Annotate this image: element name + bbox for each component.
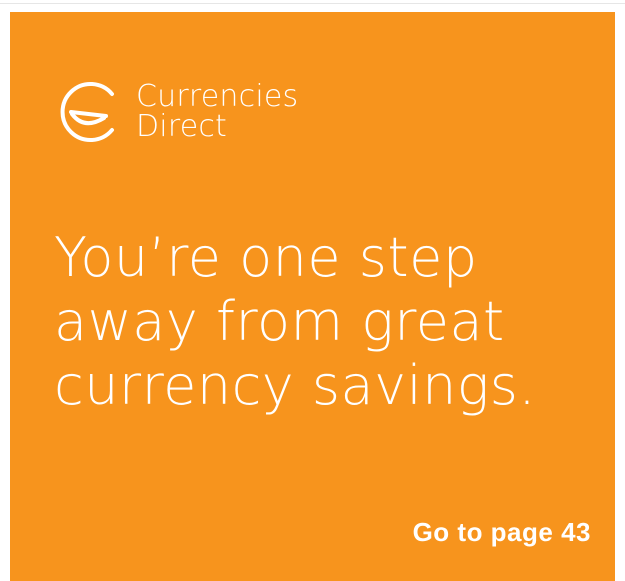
top-divider xyxy=(0,3,625,4)
headline: You’re one step away from great currency… xyxy=(54,226,537,417)
brand-wordmark: Currencies Direct xyxy=(136,82,298,142)
go-to-page-link[interactable]: Go to page 43 xyxy=(413,516,591,548)
brand-logo: Currencies Direct xyxy=(54,76,298,148)
brand-name-line1: Currencies xyxy=(136,79,299,114)
advert-panel: Currencies Direct You’re one step away f… xyxy=(10,12,615,581)
brand-name-line2: Direct xyxy=(136,109,228,144)
smile-c-logo-icon xyxy=(60,82,114,142)
